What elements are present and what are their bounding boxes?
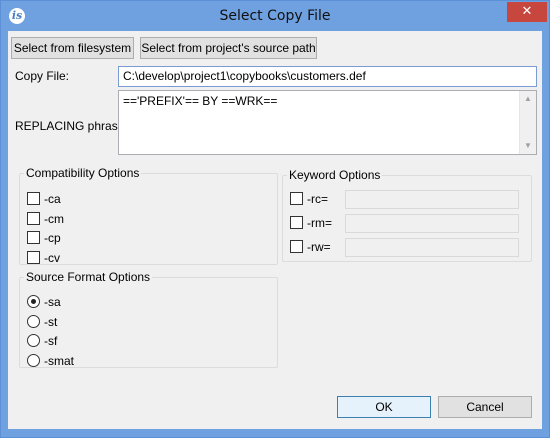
checkbox[interactable] [290,192,303,206]
option-rm-label: -rm= [307,216,332,230]
option-rm[interactable]: -rm= [290,215,332,231]
checkbox[interactable] [290,240,303,254]
checkbox[interactable] [27,192,40,206]
option-rc[interactable]: -rc= [290,191,328,207]
option-smat-label: -smat [44,354,74,368]
option-ca[interactable]: -ca [27,191,61,207]
cancel-button[interactable]: Cancel [438,396,532,418]
option-sf[interactable]: -sf [27,333,57,349]
option-cm-label: -cm [44,212,64,226]
option-smat[interactable]: -smat [27,353,74,369]
source-format-options-group: Source Format Options -sa -st -sf -smat [19,271,278,368]
checkbox[interactable] [27,231,40,245]
option-sa[interactable]: -sa [27,294,61,310]
option-cp-label: -cp [44,231,61,245]
compatibility-options-group: Compatibility Options -ca -cm -cp -cv [19,167,278,265]
option-rw-label: -rw= [307,240,331,254]
replacing-scrollbar[interactable]: ▲ ▼ [519,91,536,154]
rm-value-input[interactable] [345,214,519,233]
option-st-label: -st [44,315,58,329]
scroll-up-arrow-icon[interactable]: ▲ [520,91,536,107]
option-rw[interactable]: -rw= [290,239,331,255]
title-bar: is Select Copy File ✕ [1,1,549,31]
dialog-body: Select from filesystem Select from proje… [8,31,542,429]
option-rc-label: -rc= [307,192,328,206]
close-button[interactable]: ✕ [507,2,547,22]
radio-button[interactable] [27,315,40,329]
copy-file-input[interactable]: C:\develop\project1\copybooks\customers.… [118,66,537,87]
checkbox[interactable] [27,212,40,226]
option-cv-label: -cv [44,251,60,265]
select-from-source-path-button[interactable]: Select from project's source path [140,37,317,59]
scroll-down-arrow-icon[interactable]: ▼ [520,138,536,154]
compatibility-options-title: Compatibility Options [26,166,140,180]
replacing-phrase-text: =='PREFIX'== BY ==WRK== [123,94,278,108]
close-icon: ✕ [521,4,533,19]
rc-value-input[interactable] [345,190,519,209]
select-copy-file-dialog: is Select Copy File ✕ Select from filesy… [0,0,550,438]
replacing-phrase-textarea[interactable]: =='PREFIX'== BY ==WRK== ▲ ▼ [118,90,537,155]
option-cm[interactable]: -cm [27,211,64,227]
dialog-title: Select Copy File [219,8,331,24]
radio-button-selected[interactable] [27,295,40,309]
radio-button[interactable] [27,354,40,368]
option-ca-label: -ca [44,192,61,206]
option-sa-label: -sa [44,295,61,309]
checkbox[interactable] [27,251,40,265]
copy-file-label: Copy File: [15,69,70,83]
option-cv[interactable]: -cv [27,250,60,266]
option-cp[interactable]: -cp [27,230,61,246]
rw-value-input[interactable] [345,238,519,257]
source-format-options-title: Source Format Options [26,270,151,284]
keyword-options-title: Keyword Options [289,168,381,182]
keyword-options-group: Keyword Options -rc= -rm= -rw= [282,169,532,262]
option-sf-label: -sf [44,334,58,348]
option-st[interactable]: -st [27,314,57,330]
checkbox[interactable] [290,216,303,230]
ok-button[interactable]: OK [337,396,431,418]
select-from-filesystem-button[interactable]: Select from filesystem [11,37,134,59]
replacing-phrase-label: REPLACING phrase: [15,119,128,133]
radio-button[interactable] [27,334,40,348]
